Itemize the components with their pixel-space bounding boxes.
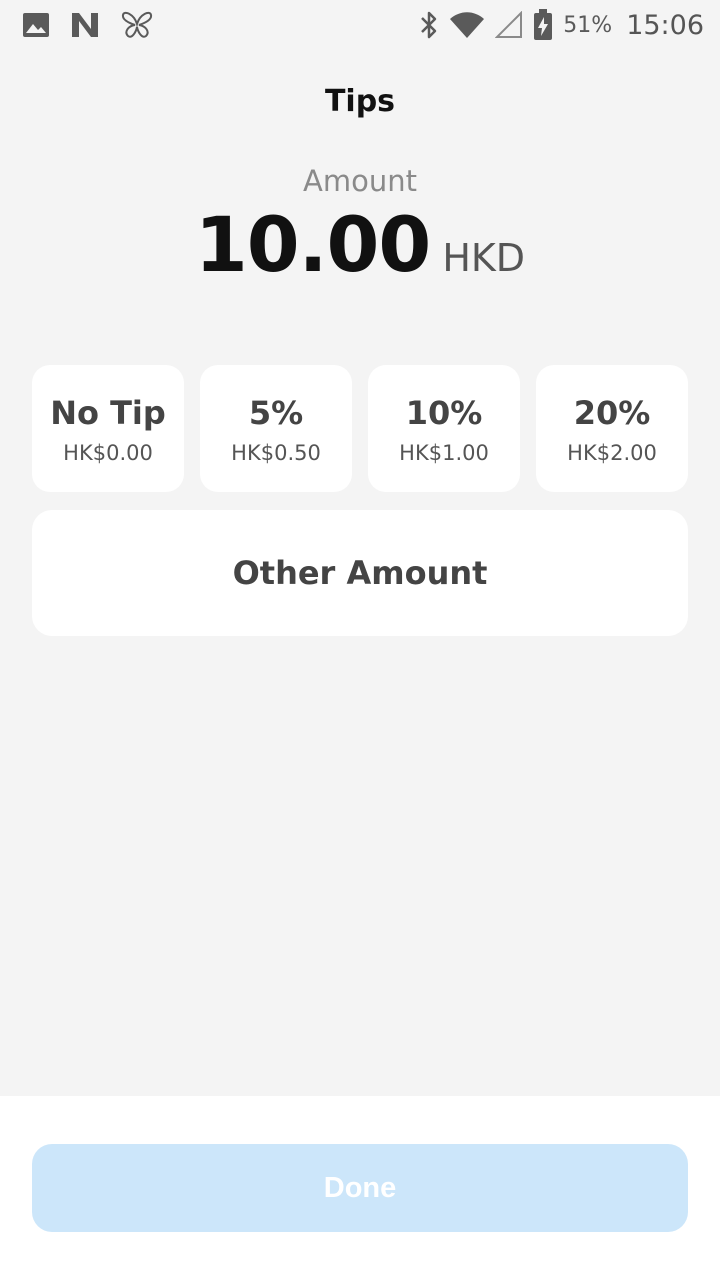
- amount-label: Amount: [303, 164, 417, 198]
- other-amount-button[interactable]: Other Amount: [32, 510, 688, 636]
- status-bar-left: [22, 10, 174, 40]
- cell-signal-icon: [495, 11, 523, 39]
- bottom-panel: Done: [0, 1096, 720, 1280]
- battery-charging-icon: [533, 9, 553, 41]
- tip-options: No Tip HK$0.00 5% HK$0.50 10% HK$1.00 20…: [32, 365, 688, 492]
- amount-value: 10.00: [194, 200, 431, 289]
- tip-option-amount: HK$0.00: [63, 440, 153, 465]
- n-app-icon: [70, 11, 100, 39]
- bluetooth-icon: [419, 10, 439, 40]
- status-bar: 51% 15:06: [0, 0, 720, 50]
- tip-option-label: 5%: [248, 393, 304, 432]
- done-label: Done: [323, 1171, 397, 1204]
- tip-option-amount: HK$2.00: [567, 440, 657, 465]
- tip-option-10-percent[interactable]: 10% HK$1.00: [368, 365, 520, 492]
- status-bar-right: 51% 15:06: [409, 9, 704, 41]
- done-button[interactable]: Done: [32, 1144, 688, 1232]
- page-title: Tips: [324, 84, 396, 119]
- image-icon: [22, 12, 50, 38]
- tip-option-amount: HK$0.50: [231, 440, 321, 465]
- tip-option-label: 10%: [405, 393, 483, 432]
- amount-display: 10.00 HKD: [0, 200, 720, 289]
- tip-option-5-percent[interactable]: 5% HK$0.50: [200, 365, 352, 492]
- tip-option-label: 20%: [573, 393, 651, 432]
- battery-percent: 51%: [563, 12, 613, 38]
- tip-option-amount: HK$1.00: [399, 440, 489, 465]
- tip-option-label: No Tip: [50, 393, 166, 432]
- other-amount-label: Other Amount: [232, 554, 488, 592]
- clock: 15:06: [626, 9, 704, 41]
- tip-option-no-tip[interactable]: No Tip HK$0.00: [32, 365, 184, 492]
- amount-currency: HKD: [442, 236, 526, 280]
- tip-option-20-percent[interactable]: 20% HK$2.00: [536, 365, 688, 492]
- wifi-icon: [449, 11, 485, 39]
- butterfly-icon: [120, 10, 154, 40]
